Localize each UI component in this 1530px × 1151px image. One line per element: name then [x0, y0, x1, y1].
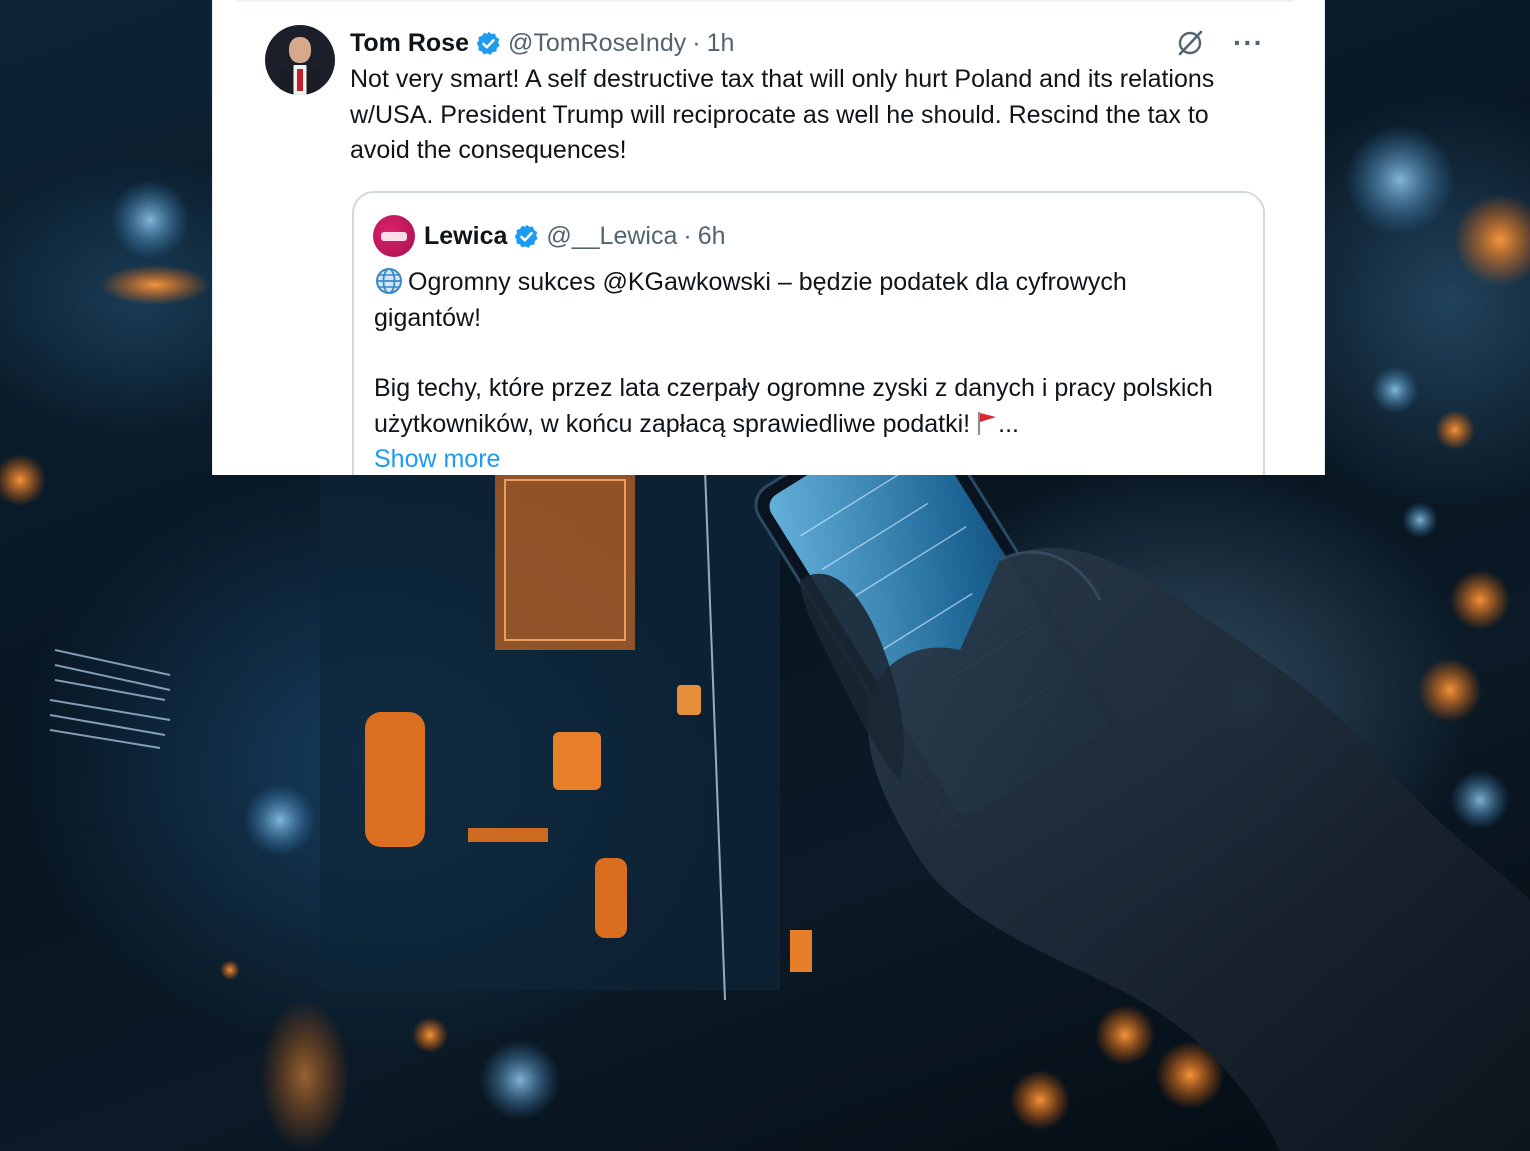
more-icon[interactable]: ··· [1233, 29, 1264, 57]
ellipsis: ... [998, 409, 1019, 438]
separator-dot: · [692, 28, 701, 57]
quoted-paragraph-1: Ogromny sukces @KGawkowski – będzie poda… [374, 265, 1234, 336]
divider [237, 0, 1294, 2]
tweet-actions: ··· [1175, 28, 1264, 58]
tweet-header: Tom Rose @TomRoseIndy · 1h [350, 26, 734, 60]
quoted-avatar[interactable] [373, 215, 415, 257]
red-flag-icon [978, 411, 997, 435]
grok-icon[interactable] [1175, 28, 1205, 58]
quoted-timestamp[interactable]: 6h [698, 222, 726, 251]
quoted-paragraph-2: Big techy, które przez lata czerpały ogr… [374, 371, 1234, 442]
show-more-link[interactable]: Show more [374, 445, 500, 473]
verified-badge-icon [476, 31, 500, 55]
quoted-author-name[interactable]: Lewica [424, 222, 507, 251]
quoted-header: Lewica @__Lewica · 6h [424, 218, 726, 254]
verified-badge-icon [515, 224, 539, 248]
globe-icon [376, 268, 402, 294]
author-name[interactable]: Tom Rose [350, 29, 469, 58]
avatar[interactable] [265, 25, 335, 95]
tweet-text: Not very smart! A self destructive tax t… [350, 65, 1215, 164]
author-handle[interactable]: @TomRoseIndy [508, 29, 686, 58]
quoted-text: Ogromny sukces @KGawkowski – będzie poda… [374, 265, 1234, 475]
quoted-tweet[interactable]: Lewica @__Lewica · 6h Ogromny sukces @KG… [352, 191, 1265, 475]
quoted-author-handle[interactable]: @__Lewica [546, 222, 677, 251]
timestamp[interactable]: 1h [707, 29, 735, 58]
separator-dot: · [683, 221, 692, 250]
quoted-line-2: Big techy, które przez lata czerpały ogr… [374, 374, 1213, 438]
tweet-card[interactable]: Tom Rose @TomRoseIndy · 1h ··· Not very … [212, 0, 1325, 475]
quoted-line-1: Ogromny sukces @KGawkowski – będzie poda… [374, 268, 1127, 332]
